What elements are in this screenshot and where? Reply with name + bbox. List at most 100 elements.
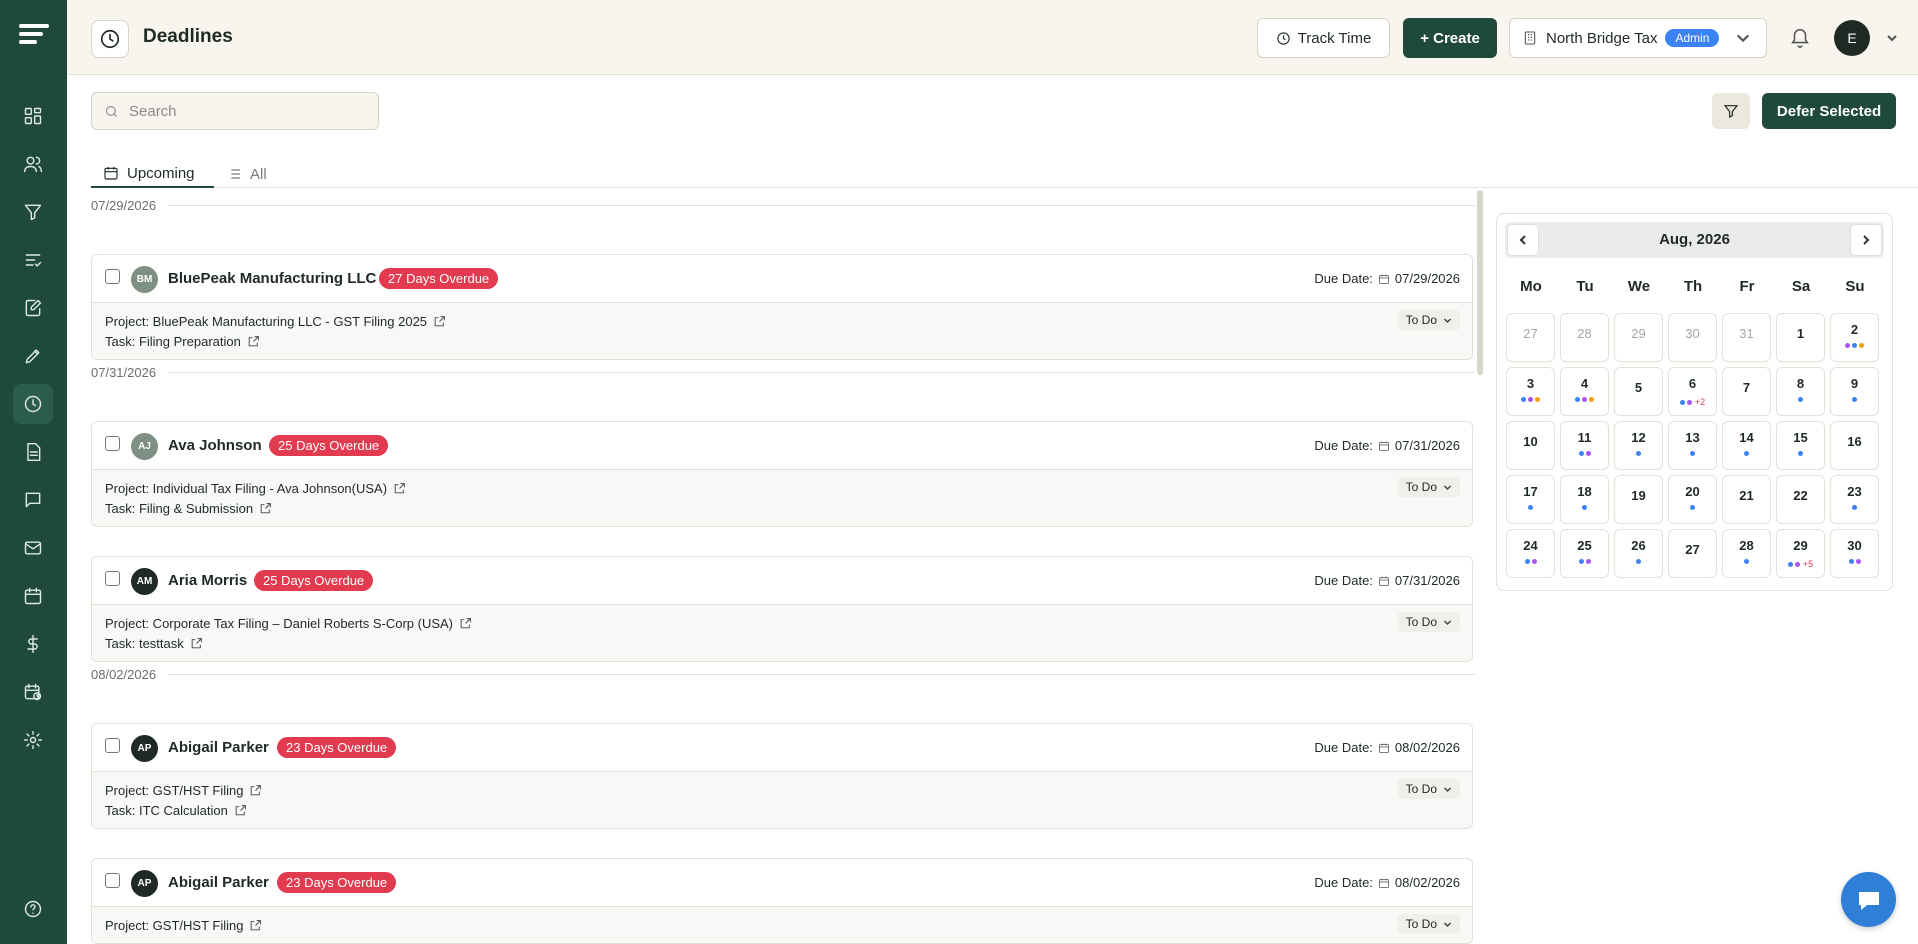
project-link[interactable]: Project: Individual Tax Filing - Ava Joh… [105, 478, 1459, 498]
notifications-button[interactable] [1789, 27, 1811, 49]
prev-month-button[interactable] [1507, 224, 1539, 256]
calendar-day[interactable]: 24 [1506, 529, 1555, 578]
client-name[interactable]: Aria Morris [168, 572, 247, 589]
task-link[interactable]: Task: ITC Calculation [105, 800, 1459, 820]
search-input[interactable] [129, 102, 359, 120]
task-link[interactable]: Task: testtask [105, 633, 1459, 653]
calendar-day[interactable]: 26 [1614, 529, 1663, 578]
calendar-day[interactable]: 14 [1722, 421, 1771, 470]
task-link[interactable]: Task: Filing & Submission [105, 498, 1459, 518]
task-link[interactable]: Task: Filing Preparation [105, 331, 1459, 351]
calendar-day[interactable]: 18 [1560, 475, 1609, 524]
calendar-day[interactable]: 30 [1830, 529, 1879, 578]
status-dropdown[interactable]: To Do [1397, 779, 1460, 799]
project-link[interactable]: Project: GST/HST Filing [105, 780, 1459, 800]
sidebar-item-tasks[interactable] [13, 240, 53, 280]
calendar-day[interactable]: 2 [1830, 313, 1879, 362]
support-chat-button[interactable] [1841, 872, 1896, 927]
organization-selector[interactable]: North Bridge Tax Admin [1509, 18, 1767, 58]
calendar-day[interactable]: 13 [1668, 421, 1717, 470]
sidebar-item-settings[interactable] [13, 720, 53, 760]
calendar-day[interactable]: 22 [1776, 475, 1825, 524]
calendar-day[interactable]: 1 [1776, 313, 1825, 362]
select-checkbox[interactable] [105, 571, 120, 586]
select-checkbox[interactable] [105, 436, 120, 451]
calendar-day[interactable]: 23 [1830, 475, 1879, 524]
calendar-day[interactable]: 6 +2 [1668, 367, 1717, 416]
client-name[interactable]: Abigail Parker [168, 739, 269, 756]
project-link[interactable]: Project: Corporate Tax Filing – Daniel R… [105, 613, 1459, 633]
sidebar-item-invoices[interactable] [13, 432, 53, 472]
project-link[interactable]: Project: GST/HST Filing [105, 915, 1459, 935]
tab-all[interactable]: All [226, 160, 267, 188]
calendar-day[interactable]: 10 [1506, 421, 1555, 470]
filter-button[interactable] [1712, 93, 1750, 129]
calendar-day[interactable]: 30 [1668, 313, 1717, 362]
calendar-day[interactable]: 19 [1614, 475, 1663, 524]
sidebar-item-calendar[interactable] [13, 576, 53, 616]
sidebar-item-mail[interactable] [13, 528, 53, 568]
client-name[interactable]: BluePeak Manufacturing LLC [168, 270, 376, 287]
calendar-day[interactable]: 25 [1560, 529, 1609, 578]
chevron-down-icon [1443, 484, 1452, 490]
project-link[interactable]: Project: BluePeak Manufacturing LLC - GS… [105, 311, 1459, 331]
status-dropdown[interactable]: To Do [1397, 612, 1460, 632]
sidebar-item-deadlines[interactable] [13, 384, 53, 424]
sidebar-item-billing[interactable] [13, 624, 53, 664]
client-name[interactable]: Ava Johnson [168, 437, 262, 454]
event-dots: +5 [1777, 559, 1824, 569]
select-checkbox[interactable] [105, 738, 120, 753]
calendar-day[interactable]: 31 [1722, 313, 1771, 362]
sidebar-item-signatures[interactable] [13, 336, 53, 376]
sidebar-item-clients[interactable] [13, 144, 53, 184]
select-checkbox[interactable] [105, 873, 120, 888]
sidebar-item-scheduling[interactable] [13, 672, 53, 712]
calendar-day[interactable]: 3 [1506, 367, 1555, 416]
calendar-day[interactable]: 21 [1722, 475, 1771, 524]
calendar-day[interactable]: 29 +5 [1776, 529, 1825, 578]
calendar-icon [1379, 274, 1389, 284]
sidebar-item-help[interactable] [13, 889, 53, 929]
list-scrollbar[interactable] [1477, 190, 1483, 375]
status-dropdown[interactable]: To Do [1397, 477, 1460, 497]
calendar-day[interactable]: 12 [1614, 421, 1663, 470]
due-date-value: 07/31/2026 [1394, 573, 1460, 588]
calendar-day[interactable]: 28 [1722, 529, 1771, 578]
tabs-divider [91, 187, 1918, 188]
chevron-down-icon[interactable] [1886, 32, 1898, 44]
create-button[interactable]: + Create [1403, 18, 1497, 58]
calendar-day[interactable]: 16 [1830, 421, 1879, 470]
status-dropdown[interactable]: To Do [1397, 914, 1460, 934]
user-avatar[interactable]: E [1834, 20, 1870, 56]
calendar-day[interactable]: 28 [1560, 313, 1609, 362]
search-box[interactable] [91, 92, 379, 130]
calendar-day[interactable]: 20 [1668, 475, 1717, 524]
calendar-day[interactable]: 15 [1776, 421, 1825, 470]
calendar-day[interactable]: 9 [1830, 367, 1879, 416]
calendar-day[interactable]: 27 [1506, 313, 1555, 362]
app-logo[interactable] [19, 24, 49, 50]
next-month-button[interactable] [1850, 224, 1882, 256]
calendar-day[interactable]: 29 [1614, 313, 1663, 362]
select-checkbox[interactable] [105, 269, 120, 284]
calendar-day[interactable]: 8 [1776, 367, 1825, 416]
event-dots: +2 [1669, 397, 1716, 407]
sidebar-item-documents-edit[interactable] [13, 288, 53, 328]
calendar-day[interactable]: 17 [1506, 475, 1555, 524]
event-dot [1575, 397, 1580, 402]
event-dot [1859, 343, 1864, 348]
tab-upcoming[interactable]: Upcoming [91, 160, 214, 188]
defer-selected-button[interactable]: Defer Selected [1762, 93, 1896, 129]
sidebar-item-dashboard[interactable] [13, 96, 53, 136]
calendar-day[interactable]: 4 [1560, 367, 1609, 416]
calendar-day[interactable]: 7 [1722, 367, 1771, 416]
client-name[interactable]: Abigail Parker [168, 874, 269, 891]
calendar-day[interactable]: 5 [1614, 367, 1663, 416]
calendar-day[interactable]: 27 [1668, 529, 1717, 578]
status-dropdown[interactable]: To Do [1397, 310, 1460, 330]
track-time-button[interactable]: Track Time [1257, 18, 1390, 58]
sidebar-item-pipelines[interactable] [13, 192, 53, 232]
calendar-day[interactable]: 11 [1560, 421, 1609, 470]
sidebar-item-messages[interactable] [13, 480, 53, 520]
chevron-down-icon [1443, 317, 1452, 323]
